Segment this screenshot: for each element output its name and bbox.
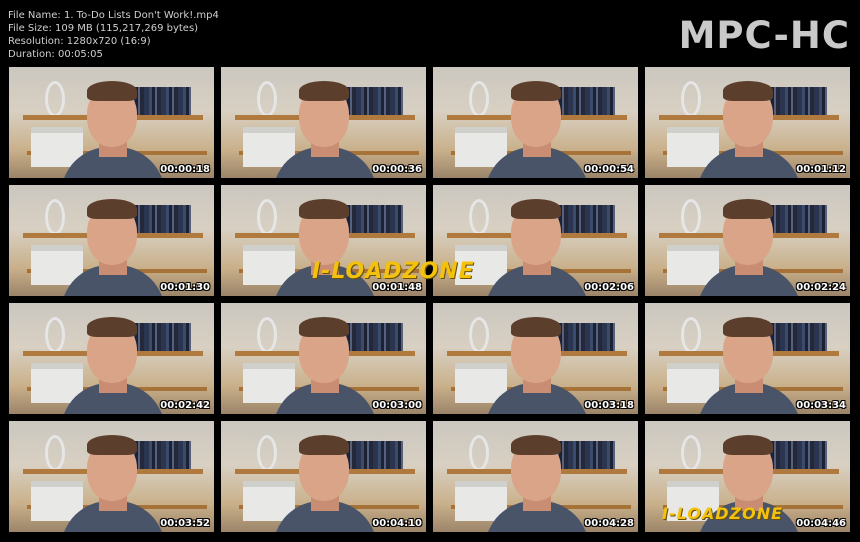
timestamp-label: 00:03:34 [796,400,846,411]
timestamp-label: 00:02:42 [160,400,210,411]
decor-lamp [45,435,65,471]
person-hair [511,199,561,219]
person-hair [299,435,349,455]
timestamp-label: 00:03:18 [584,400,634,411]
person-hair [723,199,773,219]
decor-lamp [469,435,489,471]
decor-lamp [257,199,277,235]
timestamp-label: 00:00:18 [160,164,210,175]
person-hair [87,435,137,455]
decor-lamp [469,81,489,117]
video-thumbnail: 00:03:34 [645,303,850,414]
timestamp-label: 00:02:06 [584,282,634,293]
video-thumbnail: 00:01:30 [9,185,214,296]
decor-lamp [257,435,277,471]
video-thumbnail: 00:03:18 [433,303,638,414]
video-thumbnail: 00:00:18 [9,67,214,178]
video-thumbnail: 00:02:42 [9,303,214,414]
decor-lamp [681,81,701,117]
decor-lamp [45,199,65,235]
person-hair [299,81,349,101]
timestamp-label: 00:03:00 [372,400,422,411]
timestamp-label: 00:04:10 [372,518,422,529]
video-thumbnail: 00:01:12 [645,67,850,178]
video-thumbnail: 00:04:10 [221,421,426,532]
decor-lamp [469,199,489,235]
video-thumbnail: 00:03:00 [221,303,426,414]
person-hair [87,199,137,219]
watermark-bottom-right: I-LOADZONE [662,504,784,523]
decor-lamp [681,199,701,235]
person-hair [299,199,349,219]
person-hair [723,435,773,455]
person-hair [511,435,561,455]
person-hair [87,317,137,337]
watermark-center: I-LOADZONE [312,259,475,284]
video-thumbnail: 00:03:52 [9,421,214,532]
person-hair [299,317,349,337]
video-thumbnail: 00:04:28 [433,421,638,532]
person-hair [723,81,773,101]
timestamp-label: 00:00:54 [584,164,634,175]
decor-lamp [45,317,65,353]
person-hair [723,317,773,337]
decor-lamp [257,317,277,353]
timestamp-label: 00:02:24 [796,282,846,293]
person-hair [511,317,561,337]
video-thumbnail: 00:00:36 [221,67,426,178]
timestamp-label: 00:04:28 [584,518,634,529]
timestamp-label: 00:01:12 [796,164,846,175]
timestamp-label: 00:03:52 [160,518,210,529]
decor-lamp [681,317,701,353]
person-hair [511,81,561,101]
decor-lamp [681,435,701,471]
decor-lamp [469,317,489,353]
decor-lamp [45,81,65,117]
decor-lamp [257,81,277,117]
person-hair [87,81,137,101]
video-thumbnail: 00:00:54 [433,67,638,178]
timestamp-label: 00:04:46 [796,518,846,529]
video-thumbnail: 00:02:24 [645,185,850,296]
timestamp-label: 00:01:30 [160,282,210,293]
timestamp-label: 00:00:36 [372,164,422,175]
